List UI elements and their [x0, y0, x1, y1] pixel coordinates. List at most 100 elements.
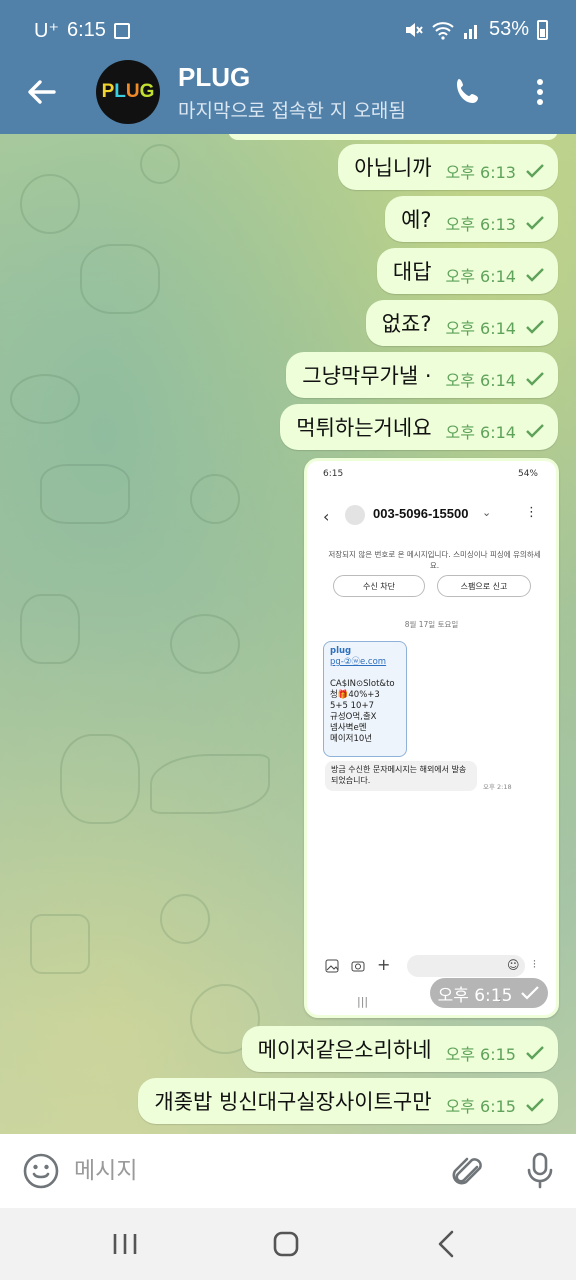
read-check-icon — [526, 268, 544, 282]
wallpaper-doodle — [10, 374, 80, 424]
avatar[interactable]: PLUG — [96, 60, 160, 124]
more-vertical-icon — [537, 79, 543, 105]
read-check-icon — [526, 164, 544, 178]
screenshot-date: 8월 17일 토요일 — [404, 620, 459, 629]
screenshot-battery: 54% — [517, 469, 538, 479]
recents-button[interactable] — [108, 1230, 142, 1258]
read-check-icon — [526, 424, 544, 438]
wallpaper-doodle — [20, 594, 80, 664]
read-check-icon — [526, 1098, 544, 1112]
screenshot-status-time: 6:15 — [323, 469, 344, 479]
read-check-icon — [526, 216, 544, 230]
message-input[interactable] — [74, 1152, 424, 1190]
image-icon — [325, 959, 339, 973]
recents-icon: ||| — [357, 995, 369, 1008]
screenshot-phone-number: 003-5096-15500 — [373, 506, 469, 521]
image-time: 오후 6:15 — [437, 985, 513, 1006]
screenshot-received-text: 방금 수신한 문자메시지는 해외에서 발송되었습니다. — [325, 761, 477, 791]
message-text: 메이저같은소리하네 — [257, 1038, 432, 1062]
chevron-down-icon: ⌄ — [482, 506, 492, 519]
back-button[interactable] — [22, 72, 62, 112]
home-button[interactable] — [270, 1228, 302, 1260]
message-time: 오후 6:15 — [445, 1097, 516, 1116]
gallery-icon — [113, 22, 130, 39]
message-bubble[interactable]: 메이저같은소리하네 오후 6:15 — [241, 1026, 558, 1072]
message-time: 오후 6:14 — [445, 371, 516, 390]
previous-message-bubble — [228, 134, 558, 140]
screenshot-link-card: plug pg-②ⓦe.com CA$IN⊙Slot&to 청🎁40%+3 5+… — [323, 641, 407, 757]
card-line: 메이저10년 — [330, 734, 373, 744]
last-seen-status: 마지막으로 접속한 지 오래됨 — [178, 100, 406, 122]
screenshot-input-bar: + ☺ ⫶ — [321, 955, 546, 979]
message-bubble[interactable]: 없죠? 오후 6:14 — [365, 300, 558, 346]
emoji-button[interactable] — [22, 1152, 60, 1190]
message-time: 오후 6:14 — [445, 267, 516, 286]
read-check-icon — [526, 320, 544, 334]
message-bubble[interactable]: 대답 오후 6:14 — [376, 248, 558, 294]
image-message[interactable]: 6:15 54% ‹ 003-5096-15500 ⌄ ⋮ 저장되지 않은 번호… — [304, 458, 559, 1018]
message-time: 오후 6:13 — [445, 215, 516, 234]
attach-button[interactable] — [446, 1150, 486, 1190]
wallpaper-doodle — [40, 464, 130, 524]
more-options-button[interactable] — [522, 72, 558, 112]
screenshot-back-icon: ‹ — [323, 507, 330, 526]
wallpaper-doodle — [30, 914, 90, 974]
battery-percent: 53% — [488, 18, 529, 40]
back-chevron-icon — [438, 1230, 454, 1258]
screenshot-menu-icon: ⋮ — [525, 505, 538, 520]
message-text: 예? — [401, 208, 432, 232]
message-bubble[interactable]: 먹튀하는거네요 오후 6:14 — [280, 404, 558, 450]
wallpaper-doodle — [150, 754, 270, 814]
message-bubble[interactable]: 예? 오후 6:13 — [385, 196, 558, 242]
camera-icon — [351, 961, 365, 972]
chat-area[interactable]: 아닙니까 오후 6:13 예? 오후 6:13 대답 오후 6:14 없죠? 오… — [0, 134, 576, 1134]
message-text: 대답 — [392, 260, 432, 284]
voice-record-button[interactable] — [520, 1150, 560, 1190]
wallpaper-doodle — [170, 614, 240, 674]
message-text: 아닙니까 — [354, 156, 432, 180]
home-icon — [273, 1231, 299, 1257]
message-bubble[interactable]: 아닙니까 오후 6:13 — [338, 144, 558, 190]
image-time-badge: 오후 6:15 — [430, 978, 548, 1008]
screenshot-avatar — [345, 505, 365, 525]
card-line: 규성O먹,출X — [330, 712, 377, 722]
screenshot-spam-button: 스팸으로 신고 — [437, 575, 531, 597]
call-button[interactable] — [448, 72, 488, 112]
card-brand: plug — [330, 646, 352, 656]
system-back-button[interactable] — [432, 1228, 462, 1260]
card-line: 넴사벽e멘 — [330, 723, 367, 733]
message-time: 오후 6:14 — [445, 423, 516, 442]
screenshot-received-time: 오후 2:18 — [483, 783, 512, 791]
wifi-icon — [432, 21, 454, 40]
card-line: 청🎁40%+3 — [330, 690, 380, 700]
phone-icon — [457, 79, 478, 103]
wallpaper-doodle — [140, 144, 180, 184]
avatar-letter: G — [139, 81, 155, 102]
mute-icon — [405, 22, 423, 37]
plus-icon: + — [377, 955, 391, 974]
signal-icon — [463, 24, 477, 39]
chat-title[interactable]: PLUG — [178, 62, 250, 93]
message-time: 오후 6:13 — [445, 163, 516, 182]
read-check-icon — [521, 986, 540, 1000]
message-text: 그냥막무가낼 · — [302, 364, 432, 388]
status-bar: U⁺ 6:15 53% — [0, 0, 576, 58]
wallpaper-doodle — [160, 894, 210, 944]
paperclip-icon — [452, 1157, 482, 1185]
status-time: 6:15 — [67, 19, 106, 41]
screenshot-notice: 저장되지 않은 번호로 온 메시지입니다. 스미싱이나 피싱에 유의하세요. — [328, 550, 541, 570]
voice-wave-icon: ⫶ — [533, 958, 536, 971]
wallpaper-doodle — [20, 174, 80, 234]
carrier-label: U⁺ — [34, 20, 59, 42]
message-bubble[interactable]: 개좆밥 빙신대구실장사이트구만 오후 6:15 — [138, 1078, 558, 1124]
recents-icon — [113, 1234, 137, 1254]
message-text: 개좆밥 빙신대구실장사이트구만 — [154, 1090, 432, 1114]
battery-icon — [537, 19, 548, 40]
message-bubble[interactable]: 그냥막무가낼 · 오후 6:14 — [286, 352, 558, 398]
screenshot-block-button: 수신 차단 — [333, 575, 425, 597]
message-time: 오후 6:14 — [445, 319, 516, 338]
message-input-bar — [0, 1134, 576, 1208]
avatar-letter: P — [101, 81, 115, 102]
message-time: 오후 6:15 — [445, 1045, 516, 1064]
card-line: 5+5 10+7 — [330, 701, 374, 711]
